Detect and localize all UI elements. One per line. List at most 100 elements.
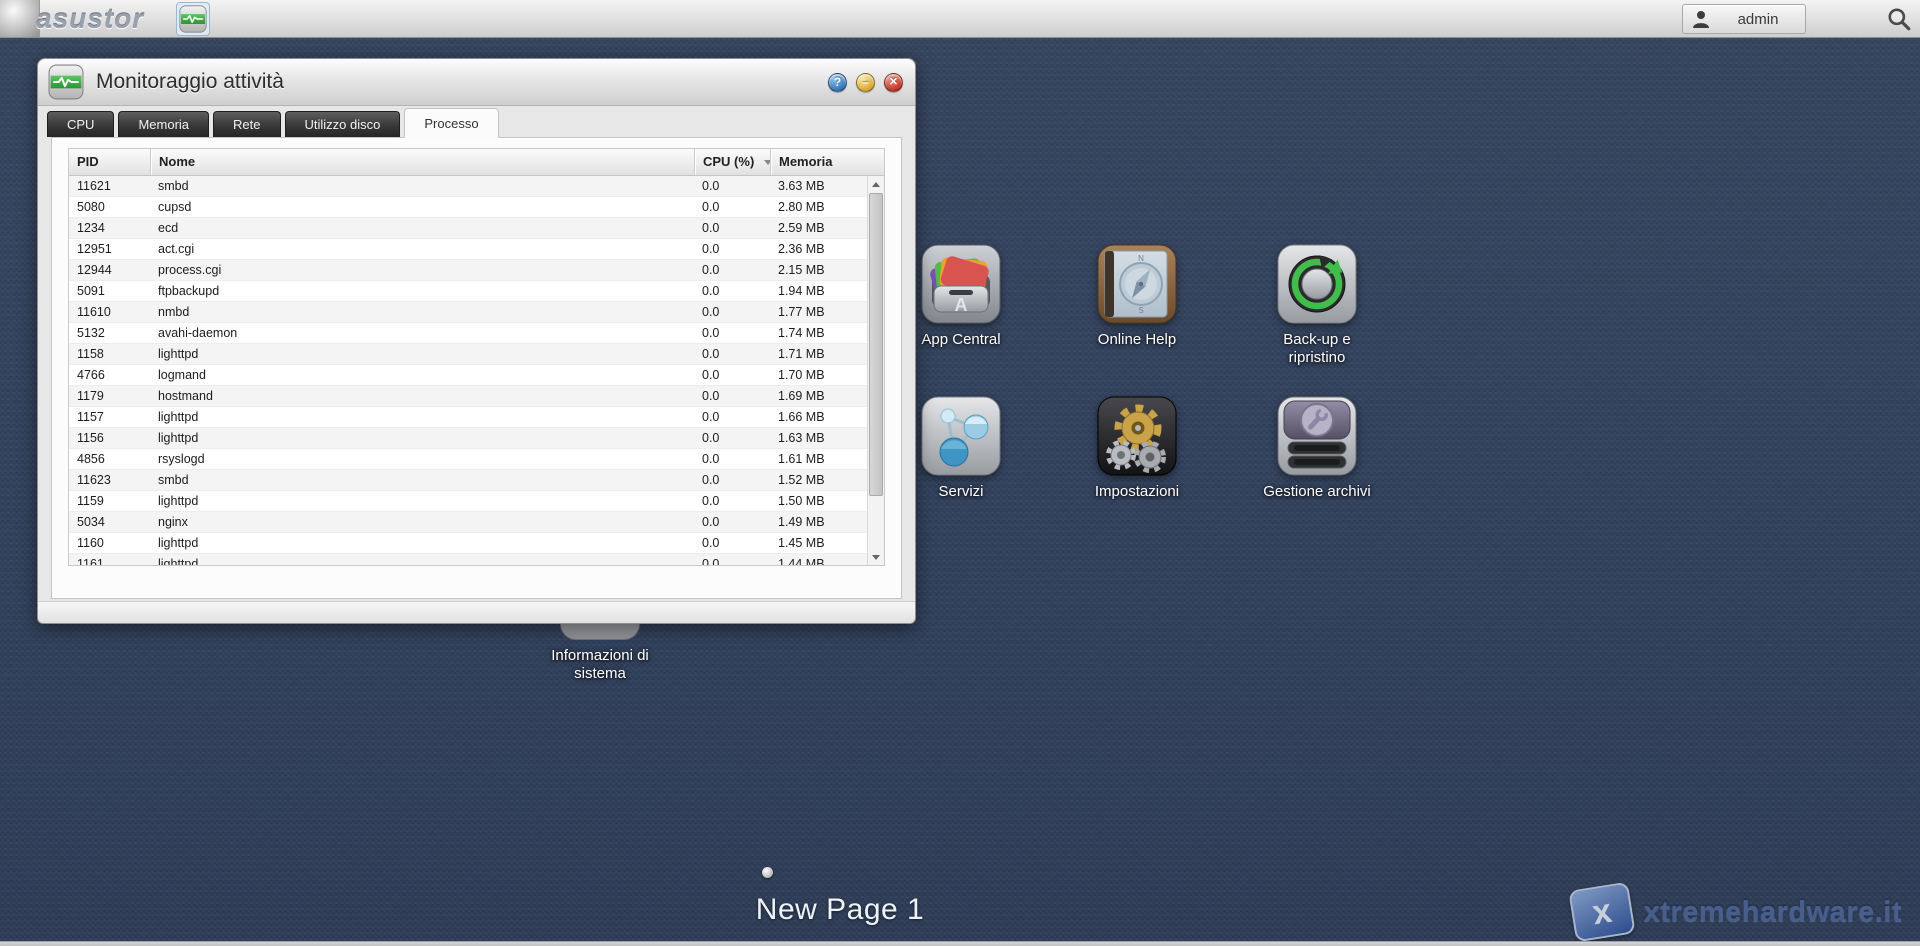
- table-row[interactable]: 1161 lighttpd 0.0 1.44 MB: [69, 554, 867, 565]
- column-header-pid[interactable]: PID: [69, 149, 150, 175]
- cell-name: rsyslogd: [150, 449, 694, 469]
- cell-cpu: 0.0: [694, 365, 770, 385]
- tab-memoria[interactable]: Memoria: [118, 111, 209, 137]
- cell-cpu: 0.0: [694, 197, 770, 217]
- services-icon: [921, 396, 1001, 476]
- desktop-icon-backup-restore[interactable]: Back-up e ripristino: [1232, 244, 1402, 368]
- window-title: Monitoraggio attività: [96, 70, 284, 94]
- table-row[interactable]: 1234 ecd 0.0 2.59 MB: [69, 218, 867, 239]
- cell-name: ftpbackupd: [150, 281, 694, 301]
- icon-label: Gestione archivi: [1256, 483, 1378, 501]
- table-header: PID Nome CPU (%) Memoria: [69, 149, 884, 176]
- cell-cpu: 0.0: [694, 554, 770, 565]
- watermark-text: xtremehardware.it: [1644, 896, 1902, 929]
- table-row[interactable]: 11621 smbd 0.0 3.63 MB: [69, 176, 867, 197]
- table-row[interactable]: 11623 smbd 0.0 1.52 MB: [69, 470, 867, 491]
- process-panel: PID Nome CPU (%) Memoria 11621 smbd 0.0 …: [51, 137, 902, 599]
- cell-name: lighttpd: [150, 428, 694, 448]
- user-menu-button[interactable]: admin: [1682, 4, 1806, 34]
- cell-pid: 1159: [69, 491, 150, 511]
- cell-memoria: 1.52 MB: [770, 470, 867, 490]
- scroll-up-button[interactable]: [868, 176, 884, 192]
- cell-cpu: 0.0: [694, 407, 770, 427]
- table-row[interactable]: 1157 lighttpd 0.0 1.66 MB: [69, 407, 867, 428]
- cell-pid: 11610: [69, 302, 150, 322]
- cell-name: ecd: [150, 218, 694, 238]
- table-row[interactable]: 11610 nmbd 0.0 1.77 MB: [69, 302, 867, 323]
- tab-processo[interactable]: Processo: [404, 108, 498, 138]
- tab-strip: CPU Memoria Rete Utilizzo disco Processo: [38, 106, 915, 137]
- cell-pid: 1234: [69, 218, 150, 238]
- table-row[interactable]: 1179 hostmand 0.0 1.69 MB: [69, 386, 867, 407]
- cell-cpu: 0.0: [694, 218, 770, 238]
- cell-name: cupsd: [150, 197, 694, 217]
- column-header-cpu-label: CPU (%): [703, 149, 754, 175]
- window-titlebar[interactable]: Monitoraggio attività ? – ✕: [38, 59, 915, 106]
- tab-rete[interactable]: Rete: [213, 111, 280, 137]
- page-indicator-dot[interactable]: [762, 867, 773, 878]
- screen-bottom-strip: [0, 941, 1920, 946]
- table-row[interactable]: 1159 lighttpd 0.0 1.50 MB: [69, 491, 867, 512]
- cell-name: lighttpd: [150, 407, 694, 427]
- cell-cpu: 0.0: [694, 302, 770, 322]
- close-button[interactable]: ✕: [884, 73, 903, 92]
- cell-memoria: 2.15 MB: [770, 260, 867, 280]
- cell-pid: 12951: [69, 239, 150, 259]
- desktop-icon-online-help[interactable]: N S Online Help: [1052, 244, 1222, 349]
- window-controls: ? – ✕: [828, 73, 903, 92]
- cell-pid: 5034: [69, 512, 150, 532]
- user-name-label: admin: [1711, 11, 1805, 28]
- cell-cpu: 0.0: [694, 281, 770, 301]
- cell-pid: 4856: [69, 449, 150, 469]
- activity-monitor-icon: [179, 5, 207, 33]
- cell-name: smbd: [150, 176, 694, 196]
- cell-name: nginx: [150, 512, 694, 532]
- table-row[interactable]: 5091 ftpbackupd 0.0 1.94 MB: [69, 281, 867, 302]
- minimize-button[interactable]: –: [856, 73, 875, 92]
- table-row[interactable]: 4856 rsyslogd 0.0 1.61 MB: [69, 449, 867, 470]
- online-help-icon: N S: [1097, 244, 1177, 324]
- tab-utilizzo-disco[interactable]: Utilizzo disco: [285, 111, 401, 137]
- taskbar-running-app-activity-monitor[interactable]: [176, 2, 210, 36]
- desktop-icon-settings[interactable]: Impostazioni: [1052, 396, 1222, 501]
- desktop-icon-file-manager[interactable]: Gestione archivi: [1232, 396, 1402, 501]
- svg-text:S: S: [1138, 306, 1143, 315]
- column-header-cpu[interactable]: CPU (%): [694, 149, 770, 175]
- table-row[interactable]: 1160 lighttpd 0.0 1.45 MB: [69, 533, 867, 554]
- table-row[interactable]: 1158 lighttpd 0.0 1.71 MB: [69, 344, 867, 365]
- cell-name: lighttpd: [150, 344, 694, 364]
- column-header-memoria[interactable]: Memoria: [770, 149, 884, 175]
- cell-memoria: 2.36 MB: [770, 239, 867, 259]
- scroll-down-button[interactable]: [868, 549, 884, 565]
- cell-name: lighttpd: [150, 554, 694, 565]
- search-button[interactable]: [1886, 6, 1912, 32]
- tab-cpu[interactable]: CPU: [47, 111, 114, 137]
- cell-cpu: 0.0: [694, 239, 770, 259]
- cell-name: lighttpd: [150, 533, 694, 553]
- show-desktop-button[interactable]: [0, 0, 40, 37]
- cell-memoria: 1.74 MB: [770, 323, 867, 343]
- cell-cpu: 0.0: [694, 386, 770, 406]
- cell-memoria: 1.49 MB: [770, 512, 867, 532]
- table-row[interactable]: 4766 logmand 0.0 1.70 MB: [69, 365, 867, 386]
- arrow-down-icon: [872, 555, 880, 560]
- cell-memoria: 1.94 MB: [770, 281, 867, 301]
- cell-pid: 1160: [69, 533, 150, 553]
- scrollbar-thumb[interactable]: [869, 193, 883, 496]
- cell-memoria: 2.59 MB: [770, 218, 867, 238]
- table-row[interactable]: 12951 act.cgi 0.0 2.36 MB: [69, 239, 867, 260]
- cell-pid: 1157: [69, 407, 150, 427]
- help-button[interactable]: ?: [828, 73, 847, 92]
- table-row[interactable]: 5132 avahi-daemon 0.0 1.74 MB: [69, 323, 867, 344]
- table-row[interactable]: 1156 lighttpd 0.0 1.63 MB: [69, 428, 867, 449]
- cell-name: nmbd: [150, 302, 694, 322]
- cell-cpu: 0.0: [694, 491, 770, 511]
- column-header-nome[interactable]: Nome: [150, 149, 694, 175]
- table-row[interactable]: 5080 cupsd 0.0 2.80 MB: [69, 197, 867, 218]
- cell-cpu: 0.0: [694, 176, 770, 196]
- table-scrollbar[interactable]: [867, 176, 884, 565]
- table-row[interactable]: 5034 nginx 0.0 1.49 MB: [69, 512, 867, 533]
- cell-name: hostmand: [150, 386, 694, 406]
- backup-restore-icon: [1277, 244, 1357, 324]
- table-row[interactable]: 12944 process.cgi 0.0 2.15 MB: [69, 260, 867, 281]
